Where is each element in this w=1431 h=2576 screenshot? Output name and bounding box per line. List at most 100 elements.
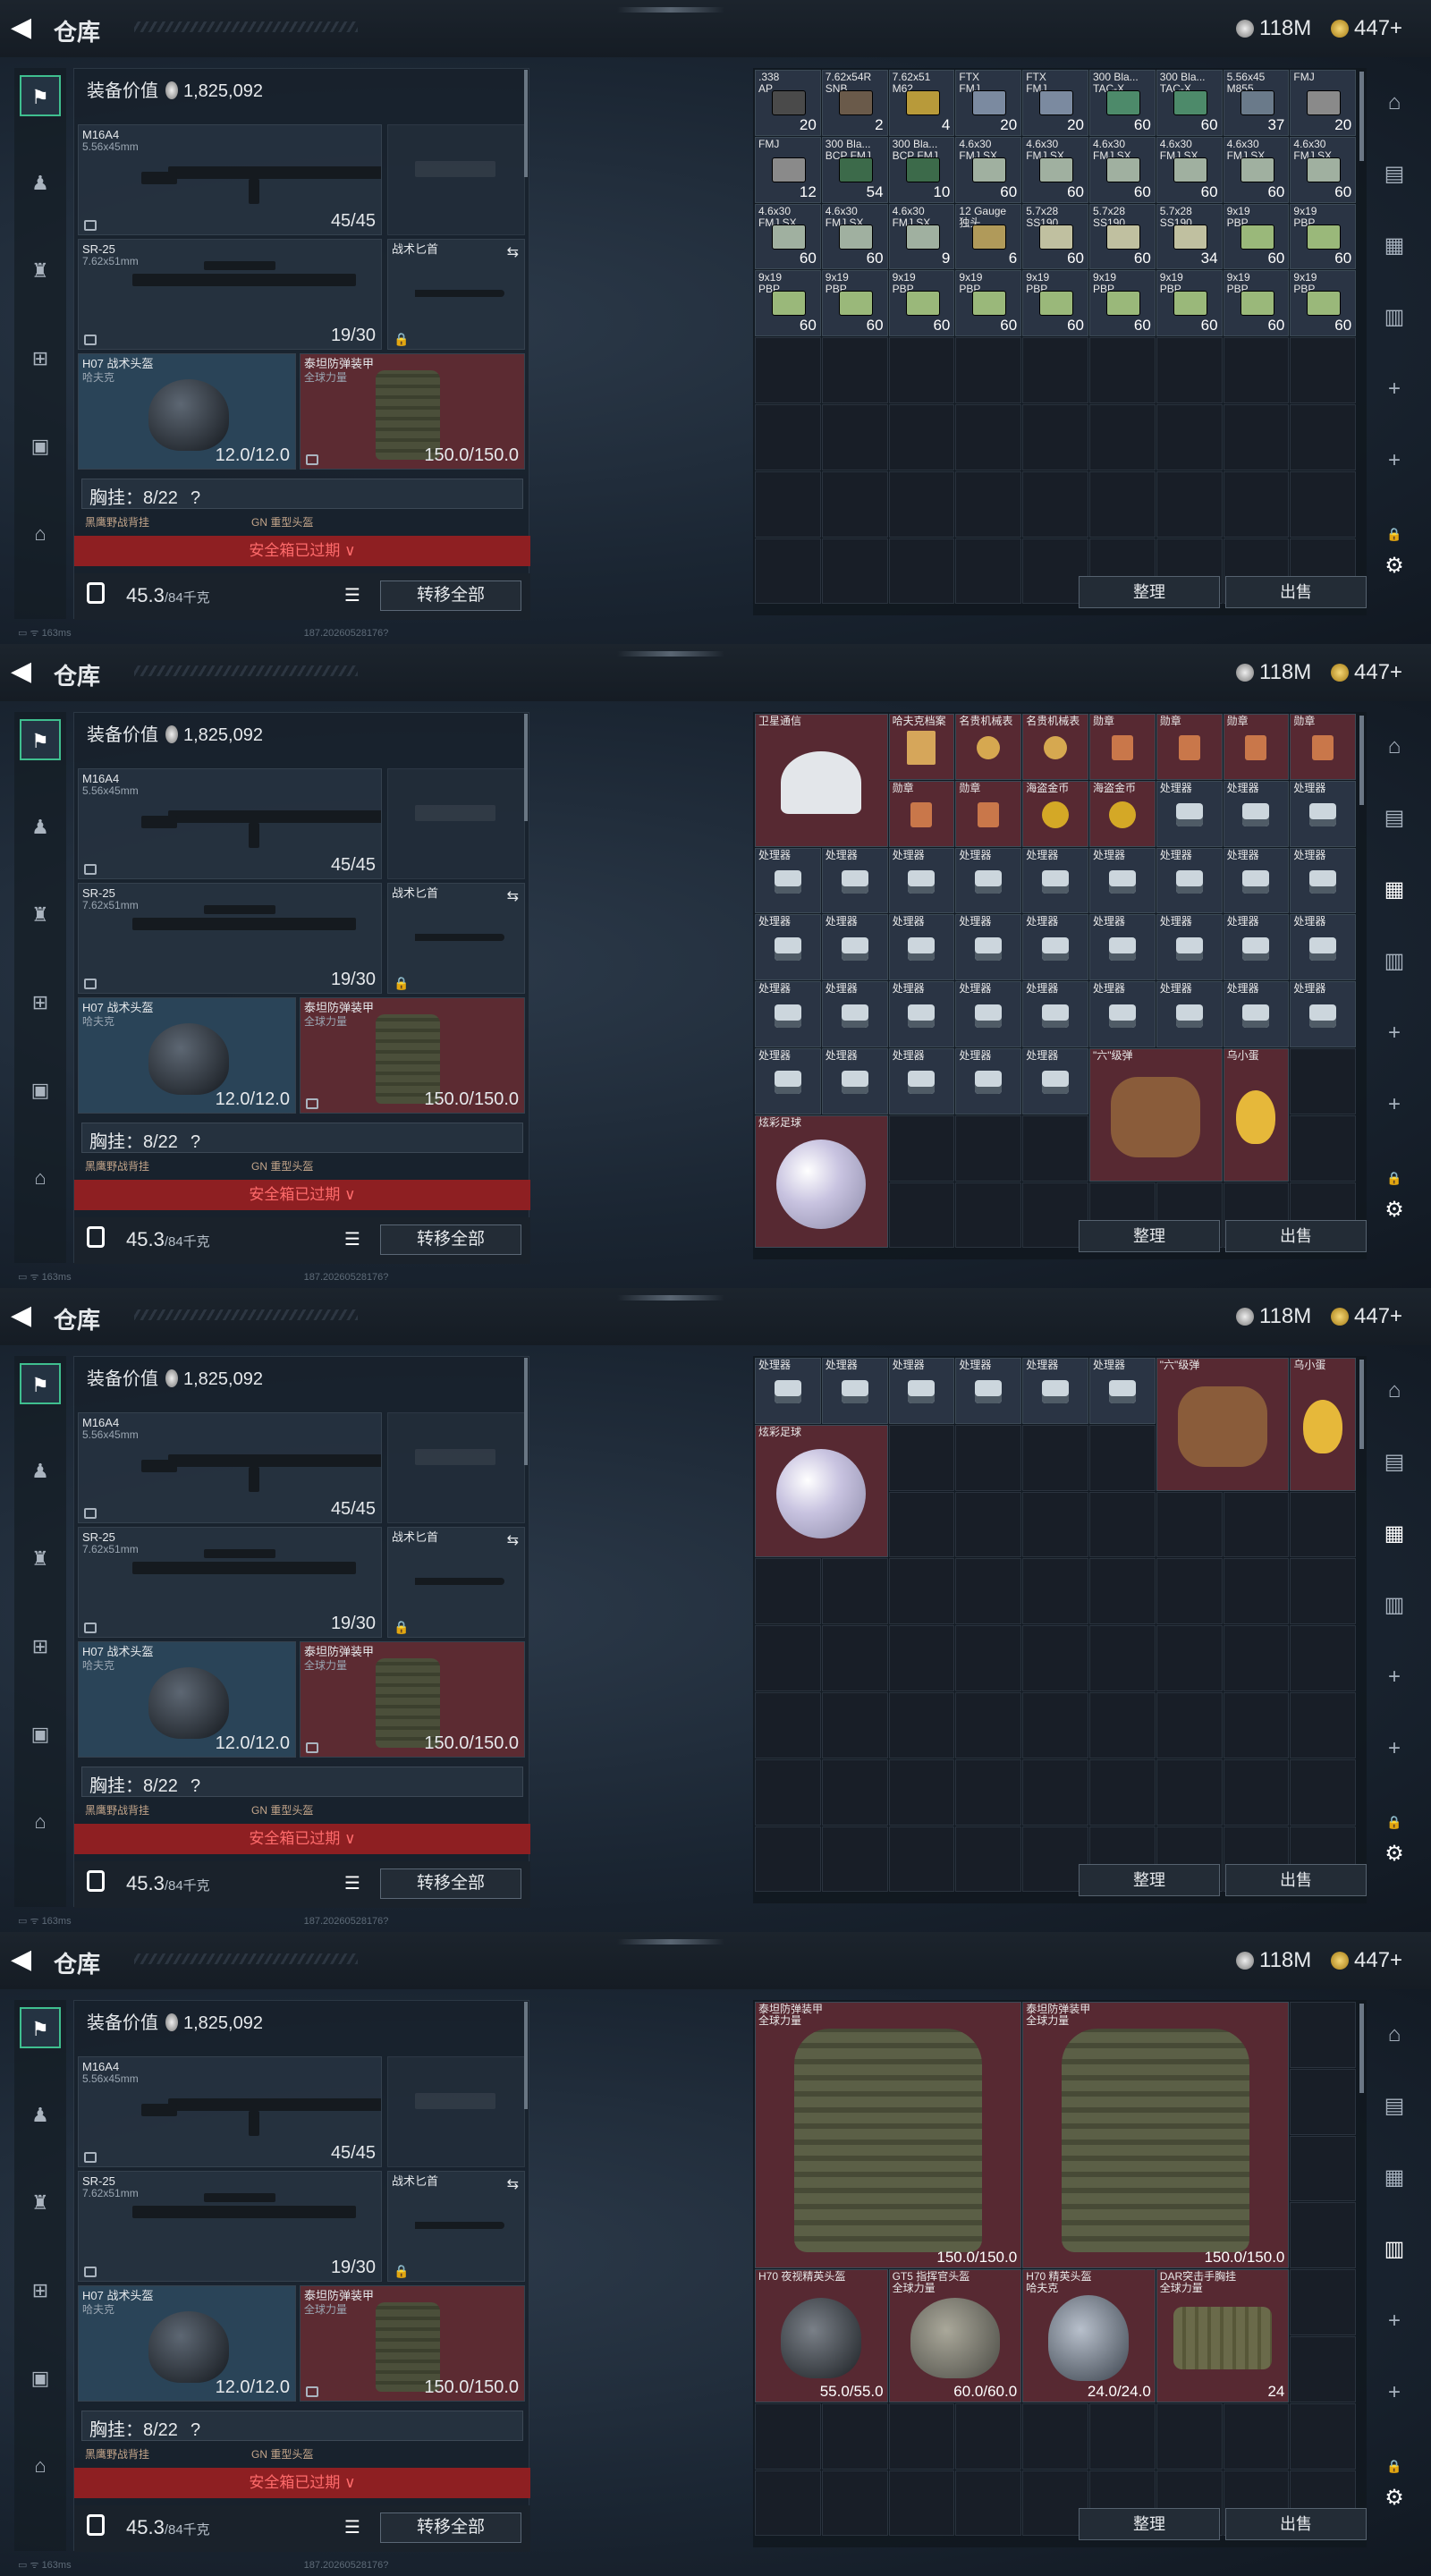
storage-icon[interactable]: ▤ xyxy=(1377,157,1411,191)
organize-button[interactable]: 整理 xyxy=(1079,1864,1220,1896)
empty-slot[interactable] xyxy=(1290,2135,1357,2202)
stash-item[interactable]: 处理器 xyxy=(955,1048,1022,1114)
sidebar-briefcase-icon[interactable]: ⌂ xyxy=(20,513,61,555)
empty-slot[interactable] xyxy=(955,1424,1022,1491)
sidebar-backpack-icon[interactable]: ♜ xyxy=(20,1538,61,1580)
empty-slot[interactable] xyxy=(1290,1692,1357,1758)
empty-slot[interactable] xyxy=(1089,1491,1156,1558)
sidebar-backpack-icon[interactable]: ♜ xyxy=(20,2182,61,2224)
loadout-scrollbar[interactable] xyxy=(524,70,528,177)
stash-item[interactable]: 处理器 xyxy=(1156,847,1223,914)
empty-slot[interactable] xyxy=(955,337,1022,403)
pistol-slot[interactable] xyxy=(387,124,525,235)
stash-item[interactable]: 处理器 xyxy=(755,1358,821,1424)
stash-item[interactable]: 勋章 xyxy=(1156,714,1223,780)
transfer-all-button[interactable]: 转移全部 xyxy=(380,1224,521,1255)
stash-item[interactable]: 处理器 xyxy=(1089,914,1156,981)
empty-slot[interactable] xyxy=(821,337,888,403)
stash-scrollbar[interactable] xyxy=(1359,716,1364,805)
plus-icon[interactable]: + xyxy=(1377,1016,1411,1050)
gear-icon[interactable]: ⚙ xyxy=(1377,1837,1411,1871)
stash-scrollbar[interactable] xyxy=(1359,2004,1364,2093)
stash-item[interactable]: FMJ 12 xyxy=(755,136,821,203)
empty-slot[interactable] xyxy=(821,538,888,605)
empty-slot[interactable] xyxy=(755,1826,821,1893)
list-icon[interactable]: ☰ xyxy=(344,2516,368,2539)
help-icon[interactable]: ? xyxy=(191,1776,200,1796)
empty-slot[interactable] xyxy=(1089,1625,1156,1691)
plus-icon[interactable]: + xyxy=(1377,444,1411,478)
list-icon[interactable]: ☰ xyxy=(344,584,368,607)
sidebar-vest-icon[interactable]: ♟ xyxy=(20,1451,61,1492)
empty-slot[interactable] xyxy=(888,1182,955,1249)
empty-slot[interactable] xyxy=(1290,1758,1357,1826)
swap-icon[interactable]: ⇆ xyxy=(507,243,519,261)
empty-slot[interactable] xyxy=(1223,1758,1290,1826)
stash-item[interactable]: 处理器 xyxy=(1022,847,1088,914)
stash-item[interactable]: 7.62x51 M62 4 xyxy=(888,70,955,136)
stash-item[interactable]: 4.6x30 FMJ SX 9 xyxy=(888,203,955,270)
empty-slot[interactable] xyxy=(1022,1491,1088,1558)
home-icon[interactable]: ⌂ xyxy=(1377,86,1411,120)
empty-slot[interactable] xyxy=(1022,1558,1088,1625)
stash-item[interactable]: 名贵机械表 xyxy=(1022,714,1088,780)
stash-item[interactable]: 4.6x30 FMJ SX 60 xyxy=(1290,136,1357,203)
empty-slot[interactable] xyxy=(821,1558,888,1625)
stash-item[interactable]: 处理器 xyxy=(1022,1048,1088,1114)
empty-slot[interactable] xyxy=(955,538,1022,605)
stash-item[interactable]: 5.7x28 SS190 60 xyxy=(1022,203,1088,270)
empty-slot[interactable] xyxy=(1022,404,1088,470)
back-arrow-icon[interactable]: ◀ xyxy=(11,1945,41,1975)
swap-icon[interactable]: ⇆ xyxy=(507,1531,519,1549)
empty-slot[interactable] xyxy=(755,404,821,470)
sidebar-case-icon[interactable]: ▣ xyxy=(20,1070,61,1111)
storage-icon[interactable]: ▤ xyxy=(1377,801,1411,835)
plus-icon[interactable]: + xyxy=(1377,372,1411,406)
sell-button[interactable]: 出售 xyxy=(1225,2508,1367,2540)
stash-item[interactable]: 9x19 PBP 60 xyxy=(1223,270,1290,337)
empty-slot[interactable] xyxy=(1290,2202,1357,2269)
empty-slot[interactable] xyxy=(955,2470,1022,2537)
stash-item[interactable]: 勋章 xyxy=(1223,714,1290,780)
empty-slot[interactable] xyxy=(1156,1558,1223,1625)
chest-rig-row[interactable]: 胸挂：8/22? xyxy=(81,2411,523,2441)
empty-slot[interactable] xyxy=(888,1114,955,1182)
lock-icon[interactable]: 🔒 xyxy=(1377,2449,1411,2483)
stash-item[interactable]: 处理器 xyxy=(821,1358,888,1424)
empty-slot[interactable] xyxy=(821,470,888,538)
stash-item[interactable]: 处理器 xyxy=(1223,847,1290,914)
stash-item[interactable]: 300 Bla... BCP FMJ 10 xyxy=(888,136,955,203)
primary-weapon-slot[interactable]: M16A4 5.56x45mm 45/45 xyxy=(78,768,382,879)
empty-slot[interactable] xyxy=(1223,2402,1290,2470)
empty-slot[interactable] xyxy=(1089,337,1156,403)
primary-weapon-slot[interactable]: M16A4 5.56x45mm 45/45 xyxy=(78,1412,382,1523)
empty-slot[interactable] xyxy=(888,404,955,470)
tag-icon[interactable]: ▦ xyxy=(1377,2161,1411,2195)
stash-item[interactable]: 4.6x30 FMJ SX 60 xyxy=(955,136,1022,203)
empty-slot[interactable] xyxy=(1223,337,1290,403)
empty-slot[interactable] xyxy=(955,1491,1022,1558)
sidebar-case-icon[interactable]: ▣ xyxy=(20,2358,61,2399)
empty-slot[interactable] xyxy=(1156,470,1223,538)
stash-item[interactable]: 处理器 xyxy=(755,1048,821,1114)
organize-button[interactable]: 整理 xyxy=(1079,576,1220,608)
stash-item[interactable]: 泰坦防弹装甲 全球力量 150.0/150.0 xyxy=(755,2002,1022,2269)
plus-icon[interactable]: + xyxy=(1377,2304,1411,2338)
gear-icon[interactable]: ⚙ xyxy=(1377,1193,1411,1227)
empty-slot[interactable] xyxy=(1290,2002,1357,2068)
stash-item[interactable]: 300 Bla... TAC-X 60 xyxy=(1156,70,1223,136)
empty-slot[interactable] xyxy=(1156,404,1223,470)
plus-icon[interactable]: + xyxy=(1377,1660,1411,1694)
primary-weapon-slot[interactable]: M16A4 5.56x45mm 45/45 xyxy=(78,124,382,235)
lock-icon[interactable]: 🔒 xyxy=(1377,1805,1411,1839)
sidebar-rifle-icon[interactable]: ⚑ xyxy=(20,75,61,116)
empty-slot[interactable] xyxy=(955,1826,1022,1893)
stash-item[interactable]: 9x19 PBP 60 xyxy=(1290,203,1357,270)
empty-slot[interactable] xyxy=(1089,404,1156,470)
empty-slot[interactable] xyxy=(755,538,821,605)
empty-slot[interactable] xyxy=(1156,1692,1223,1758)
empty-slot[interactable] xyxy=(1290,2336,1357,2402)
stash-item[interactable]: 处理器 xyxy=(1223,914,1290,981)
stash-item[interactable]: 5.7x28 SS190 34 xyxy=(1156,203,1223,270)
sidebar-briefcase-icon[interactable]: ⌂ xyxy=(20,1157,61,1199)
